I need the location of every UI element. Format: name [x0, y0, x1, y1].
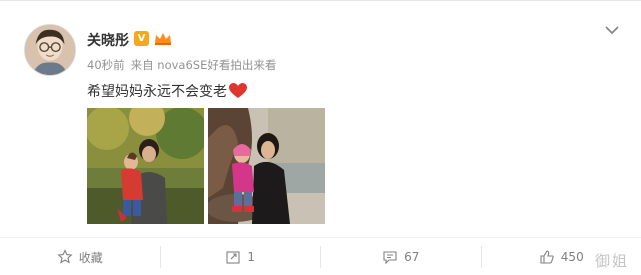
watermark: 御姐	[594, 252, 629, 270]
comment-icon	[383, 251, 397, 265]
vip-crown-icon	[153, 31, 173, 46]
author-name[interactable]: 关晓彤	[87, 30, 129, 50]
post-action-bar: 收藏 1 67 450	[0, 237, 641, 275]
weibo-post-card: 关晓彤 V 40秒前 来自 nova6SE好看拍出来看 希望妈妈永远不会变老 收…	[0, 0, 641, 275]
repost-button[interactable]: 1	[159, 246, 321, 268]
star-icon	[57, 249, 73, 264]
favorite-label: 收藏	[78, 250, 103, 265]
post-text: 希望妈妈永远不会变老	[87, 81, 247, 101]
post-text-content: 希望妈妈永远不会变老	[87, 84, 227, 100]
post-meta: 40秒前 来自 nova6SE好看拍出来看	[87, 57, 282, 73]
verified-badge: V	[134, 31, 149, 46]
comment-count: 67	[404, 250, 420, 264]
repost-count: 1	[247, 250, 256, 264]
post-image-1[interactable]	[87, 108, 204, 224]
chevron-down-icon[interactable]	[603, 21, 621, 39]
comment-button[interactable]: 67	[320, 246, 481, 268]
favorite-button[interactable]: 收藏	[0, 246, 160, 268]
heart-icon	[229, 83, 247, 99]
post-time[interactable]: 40秒前	[87, 58, 125, 72]
like-count: 450	[560, 250, 584, 264]
like-icon	[540, 250, 554, 264]
post-image-2[interactable]	[208, 108, 325, 224]
repost-icon	[226, 251, 240, 264]
post-source: 来自 nova6SE好看拍出来看	[130, 58, 277, 72]
avatar[interactable]	[24, 24, 76, 76]
